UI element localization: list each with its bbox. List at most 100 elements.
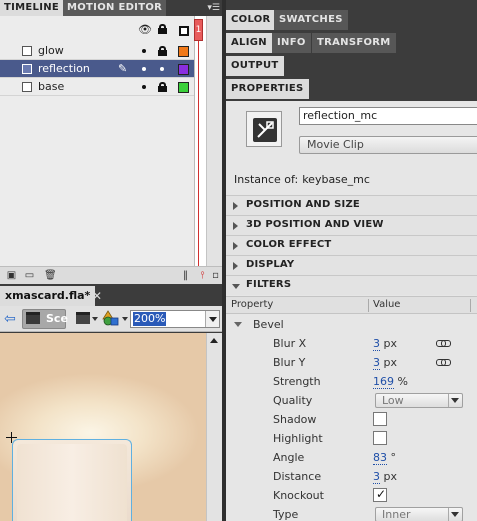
property-label: Angle [273,451,305,464]
distance-value[interactable]: 3 [373,470,380,484]
link-icon[interactable] [436,340,451,347]
filter-group-bevel[interactable]: Bevel [226,315,477,334]
visibility-dot[interactable] [142,49,146,53]
filter-row-distance: Distance 3 px [226,467,477,486]
frames-area[interactable] [194,16,206,266]
eye-icon[interactable]: 👁 [138,24,152,36]
lock-header-icon[interactable] [157,24,169,36]
filter-row-blur-x: Blur X 3 px [226,334,477,353]
layer-row-base[interactable]: base [0,78,194,96]
chevron-right-icon [233,262,238,270]
chevron-down-icon[interactable] [205,311,219,327]
chevron-down-icon[interactable] [122,317,128,321]
tab-motion-editor[interactable]: MOTION EDITOR [63,0,167,16]
visibility-dot[interactable] [142,67,146,71]
trash-icon[interactable]: 🗑 [44,270,57,281]
property-label: Blur X [273,337,307,350]
document-tab[interactable]: xmascard.fla* [0,286,96,306]
highlight-checkbox[interactable] [373,431,387,445]
column-divider[interactable] [368,299,369,312]
card-graphic [17,444,127,521]
timeline-scrollbar[interactable] [206,16,222,266]
property-label: Highlight [273,432,323,445]
section-filters[interactable]: FILTERS [226,275,477,295]
layer-color-swatch[interactable] [178,82,189,93]
tab-color[interactable]: COLOR [226,10,276,30]
symbol-type-select[interactable]: Movie Clip [299,136,477,154]
panel-menu-icon[interactable]: ▾☰ [207,3,220,13]
scroll-handle-icon[interactable]: ‖ [180,270,191,281]
tab-output[interactable]: OUTPUT [226,56,284,76]
link-icon[interactable] [436,359,451,366]
pencil-icon: ✎ [118,62,128,75]
instance-name-input[interactable]: reflection_mc [299,107,477,125]
chevron-down-icon [234,322,242,327]
angle-value[interactable]: 83 [373,451,387,465]
new-layer-icon[interactable]: ▣ [6,270,17,281]
chevron-down-icon[interactable] [92,317,98,321]
tab-info[interactable]: INFO [272,33,311,53]
shadow-checkbox[interactable] [373,412,387,426]
column-divider[interactable] [470,299,471,312]
layer-name: glow [38,44,64,57]
section-color-effect[interactable]: COLOR EFFECT [226,235,477,255]
section-display[interactable]: DISPLAY [226,255,477,275]
tab-timeline[interactable]: TIMELINE [0,0,64,16]
blur-y-value[interactable]: 3 [373,356,380,370]
property-value: 169 % [373,375,408,389]
tab-swatches[interactable]: SWATCHES [274,10,348,30]
chevron-right-icon [233,242,238,250]
lock-dot[interactable] [160,67,164,71]
instance-of-label: Instance of: [234,173,299,186]
lock-icon[interactable] [158,46,167,56]
section-position-size[interactable]: POSITION AND SIZE [226,195,477,215]
strength-value[interactable]: 169 [373,375,394,389]
edit-symbols-icon[interactable] [102,310,120,326]
filter-row-type: Type Inner [226,505,477,521]
lock-icon[interactable] [158,82,167,92]
tab-properties[interactable]: PROPERTIES [226,79,309,99]
scroll-up-icon[interactable] [210,338,218,343]
section-label: DISPLAY [246,259,295,270]
zoom-select[interactable]: 200% [130,310,220,328]
filter-row-quality: Quality Low [226,391,477,410]
layer-row-reflection[interactable]: reflection ✎ [0,60,194,78]
property-value: 3 px [373,470,397,484]
tab-align[interactable]: ALIGN [226,33,272,53]
property-label: Strength [273,375,321,388]
section-3d-position[interactable]: 3D POSITION AND VIEW [226,215,477,235]
quality-value: Low [382,394,404,407]
edit-bar: ⇦ Sce 200% [0,306,222,332]
section-label: COLOR EFFECT [246,239,332,250]
blur-x-value[interactable]: 3 [373,337,380,351]
chevron-down-icon [448,508,460,521]
stage-canvas[interactable] [0,333,206,521]
onion-skin-icon[interactable]: ▫ [210,270,221,281]
layer-row-glow[interactable]: glow [0,42,194,60]
movieclip-instance-icon [246,111,282,147]
back-arrow-icon[interactable]: ⇦ [4,311,16,327]
timeline-panel: TIMELINE MOTION EDITOR ▾☰ 👁 1 glow refle… [0,0,222,284]
visibility-dot[interactable] [142,85,146,89]
edit-scene-icon[interactable] [76,312,90,324]
quality-select[interactable]: Low [375,393,463,408]
layer-color-swatch[interactable] [178,64,189,75]
selected-movieclip[interactable] [12,439,132,521]
property-label: Knockout [273,489,324,502]
center-frame-icon[interactable]: ⫯ [197,270,208,281]
stage-panel: xmascard.fla* ✕ ⇦ Sce 200% [0,284,222,521]
chevron-right-icon [233,222,238,230]
stage-scrollbar[interactable] [206,333,222,521]
filters-header: Property Value [226,296,477,314]
type-select[interactable]: Inner [375,507,463,521]
close-icon[interactable]: ✕ [92,286,102,306]
layer-color-swatch[interactable] [178,46,189,57]
properties-panel: reflection_mc Movie Clip Instance of: key… [226,101,477,521]
playhead[interactable]: 1 [194,19,203,41]
outline-toggle-icon[interactable] [179,26,189,36]
tab-transform[interactable]: TRANSFORM [312,33,396,53]
zoom-value[interactable]: 200% [133,312,167,326]
new-folder-icon[interactable]: ▭ [24,270,35,281]
unit-label: px [380,356,397,369]
knockout-checkbox[interactable] [373,487,387,502]
